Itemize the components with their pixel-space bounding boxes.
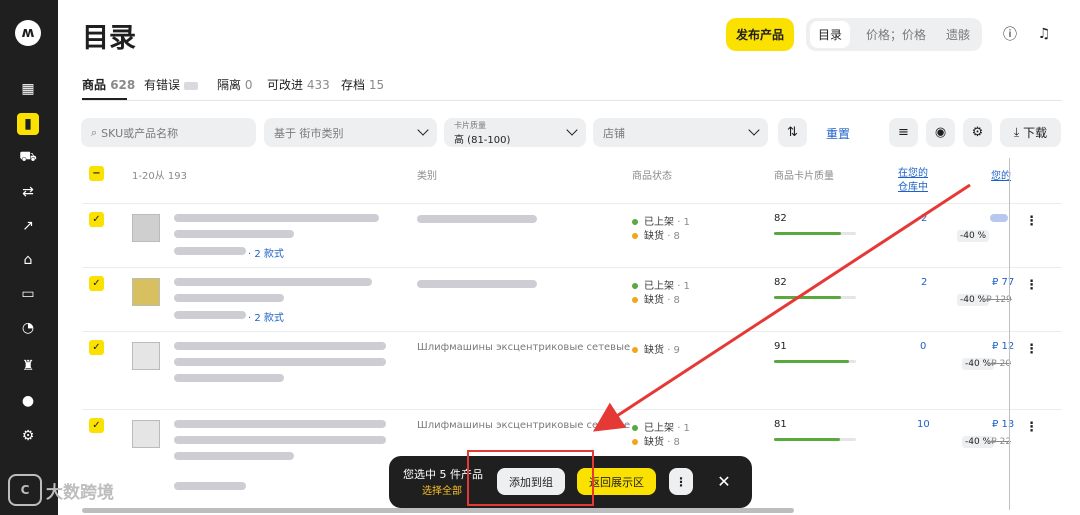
annotation-highlight-box xyxy=(467,450,594,506)
annotation-arrow xyxy=(592,183,971,432)
select-all-link[interactable]: 选择全部 xyxy=(422,482,462,497)
close-icon[interactable]: ✕ xyxy=(714,469,734,493)
watermark: C 大数跨境 xyxy=(8,474,114,506)
watermark-logo-icon: C xyxy=(8,474,42,506)
more-icon[interactable]: ⋮ xyxy=(669,468,693,495)
